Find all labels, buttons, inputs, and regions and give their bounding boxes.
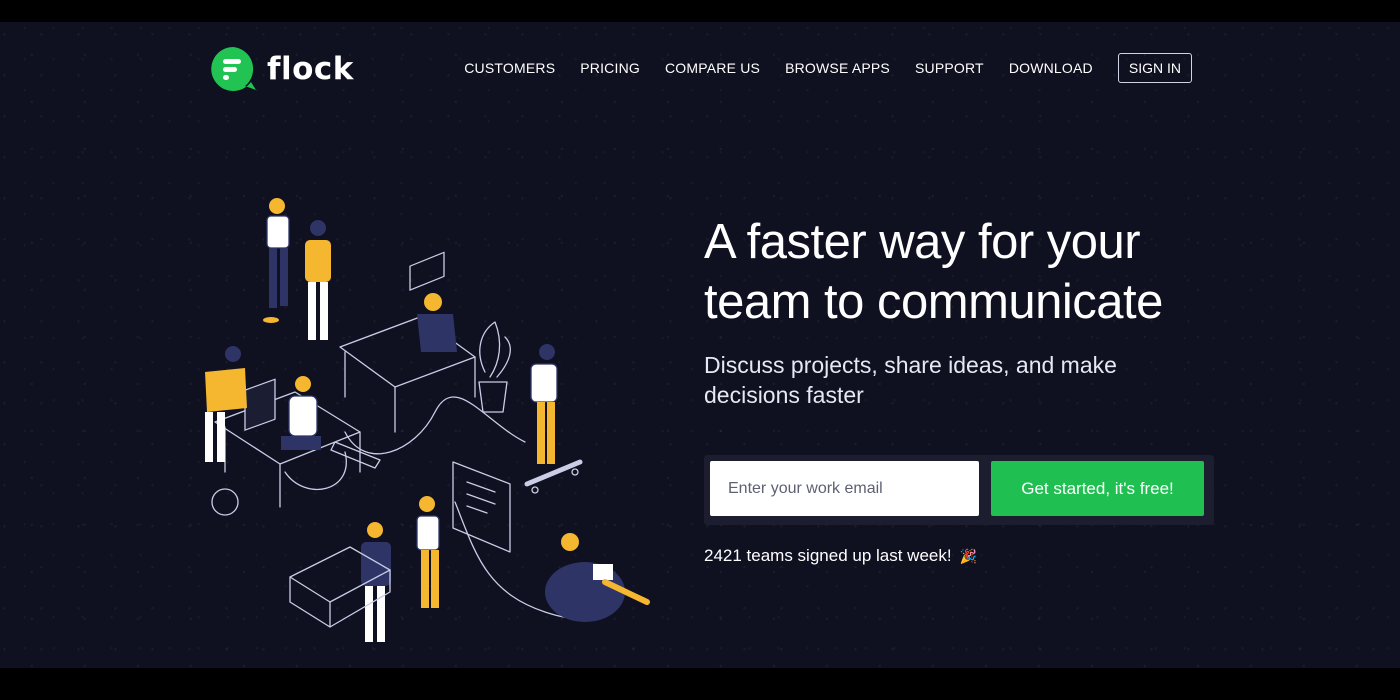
nav-browse-apps[interactable]: BROWSE APPS [785,60,890,76]
logo-text: flock [267,51,354,87]
hero-subtitle-line2: decisions faster [704,382,864,408]
logo[interactable]: flock [209,45,354,93]
person-beanbag-laptop [545,533,650,622]
flock-logo-icon [211,47,256,91]
person-skateboard [524,344,583,494]
nav-compare-us[interactable]: COMPARE US [665,60,760,76]
hero-title-line2: team to communicate [704,275,1163,329]
person-seated-computer [281,376,321,450]
cable-line [344,396,526,455]
person-navy-standing [361,522,391,642]
nav-support[interactable]: SUPPORT [915,60,984,76]
cable-line [284,451,347,491]
hero-subtitle: Discuss projects, share ideas, and make … [704,350,1174,410]
team-illustration [205,198,650,642]
signups-text: 2421 teams signed up last week! [704,546,952,565]
whiteboard [452,461,511,553]
top-nav: CUSTOMERS PRICING COMPARE US BROWSE APPS… [464,53,1192,83]
soccer-ball-icon [211,488,239,516]
hero-title-line1: A faster way for your [704,215,1141,269]
nav-pricing[interactable]: PRICING [580,60,640,76]
email-input[interactable] [710,461,979,516]
person-leaning-yellow [205,346,247,462]
plant-icon [478,321,511,413]
signup-form: Get started, it's free! [704,455,1214,525]
person-on-phone [417,293,457,352]
hero-subtitle-line1: Discuss projects, share ideas, and make [704,352,1117,378]
hero-title: A faster way for your team to communicat… [704,212,1264,332]
nav-download[interactable]: DOWNLOAD [1009,60,1093,76]
signups-note: 2421 teams signed up last week! 🎉 [704,546,977,566]
person-standing-yellow-shirt [305,220,331,340]
party-popper-icon: 🎉 [959,547,978,564]
nav-customers[interactable]: CUSTOMERS [464,60,555,76]
person-standing-white-shirt [263,198,290,323]
page-frame: flock CUSTOMERS PRICING COMPARE US BROWS… [0,22,1400,668]
get-started-button[interactable]: Get started, it's free! [991,461,1204,516]
sign-in-button[interactable]: SIGN IN [1117,53,1192,83]
person-presenting [416,496,440,608]
